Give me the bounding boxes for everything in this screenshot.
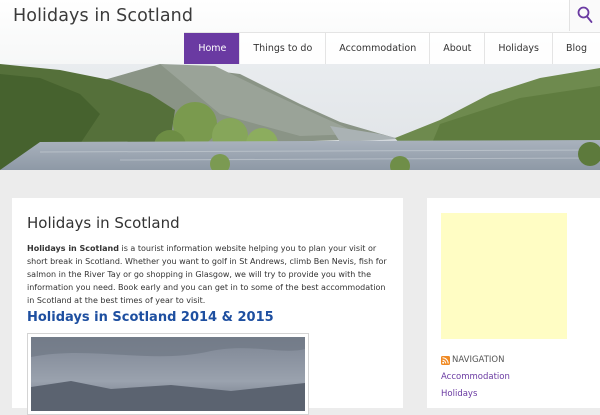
intro-paragraph: Holidays in Scotland is a tourist inform… xyxy=(27,242,393,307)
nav-item-accommodation[interactable]: Accommodation xyxy=(325,33,430,64)
sidebar-link-accommodation[interactable]: Accommodation xyxy=(441,372,510,382)
sidebar: NAVIGATION Accommodation Holidays xyxy=(427,198,600,408)
intro-text: is a tourist information website helping… xyxy=(27,244,387,305)
nav-item-things-to-do[interactable]: Things to do xyxy=(239,33,326,64)
nav-item-blog[interactable]: Blog xyxy=(552,33,600,64)
main-navigation: Home Things to do Accommodation About Ho… xyxy=(184,32,600,65)
nav-item-about[interactable]: About xyxy=(429,33,485,64)
nav-item-holidays[interactable]: Holidays xyxy=(484,33,552,64)
widget-title-text: NAVIGATION xyxy=(452,355,505,365)
search-icon xyxy=(577,6,593,23)
page-title: Holidays in Scotland xyxy=(27,214,180,232)
main-content: Holidays in Scotland Holidays in Scotlan… xyxy=(12,198,403,415)
rss-icon[interactable] xyxy=(441,355,450,365)
nav-item-home[interactable]: Home xyxy=(184,33,240,64)
section-heading: Holidays in Scotland 2014 & 2015 xyxy=(27,310,274,325)
site-title[interactable]: Holidays in Scotland xyxy=(13,6,193,26)
search-button[interactable] xyxy=(569,0,600,31)
site-header: Holidays in Scotland Home Things to do A… xyxy=(0,0,600,64)
header-banner-image xyxy=(0,64,600,170)
intro-bold-text: Holidays in Scotland xyxy=(27,244,119,253)
scotland-photo xyxy=(27,333,309,415)
sidebar-link-holidays[interactable]: Holidays xyxy=(441,389,477,399)
advertisement-box[interactable] xyxy=(441,213,567,339)
navigation-widget-title: NAVIGATION xyxy=(441,354,504,366)
